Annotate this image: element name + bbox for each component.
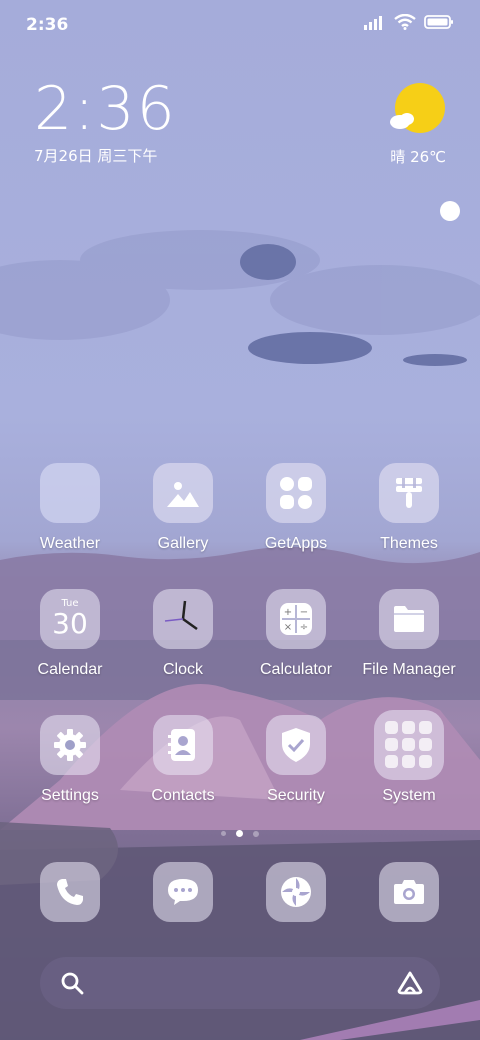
sunny-icon [390, 83, 445, 133]
widget-date: 7月26日 周三下午 [34, 147, 158, 165]
status-icons [364, 14, 454, 30]
app-contacts[interactable]: Contacts [127, 715, 239, 805]
app-label: File Manager [362, 661, 456, 678]
app-settings[interactable]: Settings [14, 715, 126, 805]
contacts-icon[interactable] [153, 715, 213, 775]
page-dot-2-active[interactable] [236, 830, 243, 837]
status-time: 2:36 [26, 15, 69, 35]
page-dot-1[interactable] [221, 831, 226, 836]
app-label: Themes [380, 535, 438, 552]
app-label: Weather [39, 535, 101, 552]
battery-icon [424, 15, 453, 29]
getapps-icon[interactable] [266, 463, 326, 523]
message-bubble-icon[interactable] [153, 862, 213, 922]
app-label: Settings [41, 787, 99, 804]
app-themes[interactable]: Themes [353, 463, 465, 553]
weather-temp-line: 晴 26℃ [390, 146, 446, 167]
gear-icon[interactable] [40, 715, 100, 775]
dock-phone[interactable] [14, 862, 126, 922]
widget-time: 2:36 [34, 74, 177, 144]
assistant-icon[interactable] [396, 970, 424, 996]
app-security[interactable]: Security [240, 715, 352, 805]
app-label: Security [267, 787, 325, 804]
weather-app-icon[interactable] [40, 463, 100, 523]
app-calendar[interactable]: Tue 30 Calendar [14, 589, 126, 679]
svg-text:÷: ÷ [300, 622, 308, 633]
app-label: GetApps [264, 535, 328, 552]
svg-text:×: × [284, 622, 292, 633]
app-label: Clock [162, 661, 203, 678]
svg-text:+: + [284, 607, 292, 618]
calculator-icon[interactable]: + − × ÷ [266, 589, 326, 649]
app-calculator[interactable]: + − × ÷ Calculator [240, 589, 352, 679]
camera-icon[interactable] [379, 862, 439, 922]
clock-widget[interactable]: 2:36 7月26日 周三下午 [34, 78, 177, 166]
app-system-folder[interactable]: System [353, 710, 465, 805]
app-clock[interactable]: Clock [127, 589, 239, 679]
weather-condition: 晴 [390, 148, 406, 166]
app-label: Gallery [157, 535, 209, 552]
phone-icon[interactable] [40, 862, 100, 922]
dock-camera[interactable] [353, 862, 465, 922]
page-dot-3[interactable] [253, 830, 259, 837]
signal-icon [364, 16, 382, 30]
paintbrush-icon[interactable] [379, 463, 439, 523]
page-indicator [0, 830, 480, 837]
folder-grid-icon[interactable] [374, 710, 444, 780]
clock-icon[interactable] [153, 589, 213, 649]
app-getapps[interactable]: GetApps [240, 463, 352, 553]
search-icon[interactable] [60, 971, 84, 995]
app-gallery[interactable]: Gallery [127, 463, 239, 553]
app-label: Calendar [37, 661, 103, 678]
status-bar: 2:36 [0, 0, 480, 50]
weather-temperature: 26℃ [410, 148, 446, 166]
search-bar[interactable] [40, 957, 440, 1009]
app-weather[interactable]: Weather [14, 463, 126, 553]
dock-messages[interactable] [127, 862, 239, 922]
shield-icon[interactable] [266, 715, 326, 775]
wifi-icon [394, 14, 416, 30]
gallery-icon[interactable] [153, 463, 213, 523]
app-file-manager[interactable]: File Manager [353, 589, 465, 679]
calendar-date: 30 [52, 606, 88, 640]
svg-text:−: − [300, 607, 308, 618]
dock-browser[interactable] [240, 862, 352, 922]
calendar-icon[interactable]: Tue 30 [40, 589, 100, 649]
app-label: System [382, 787, 436, 804]
folder-icon[interactable] [379, 589, 439, 649]
app-label: Calculator [259, 661, 333, 678]
app-label: Contacts [151, 787, 215, 804]
browser-aperture-icon[interactable] [266, 862, 326, 922]
